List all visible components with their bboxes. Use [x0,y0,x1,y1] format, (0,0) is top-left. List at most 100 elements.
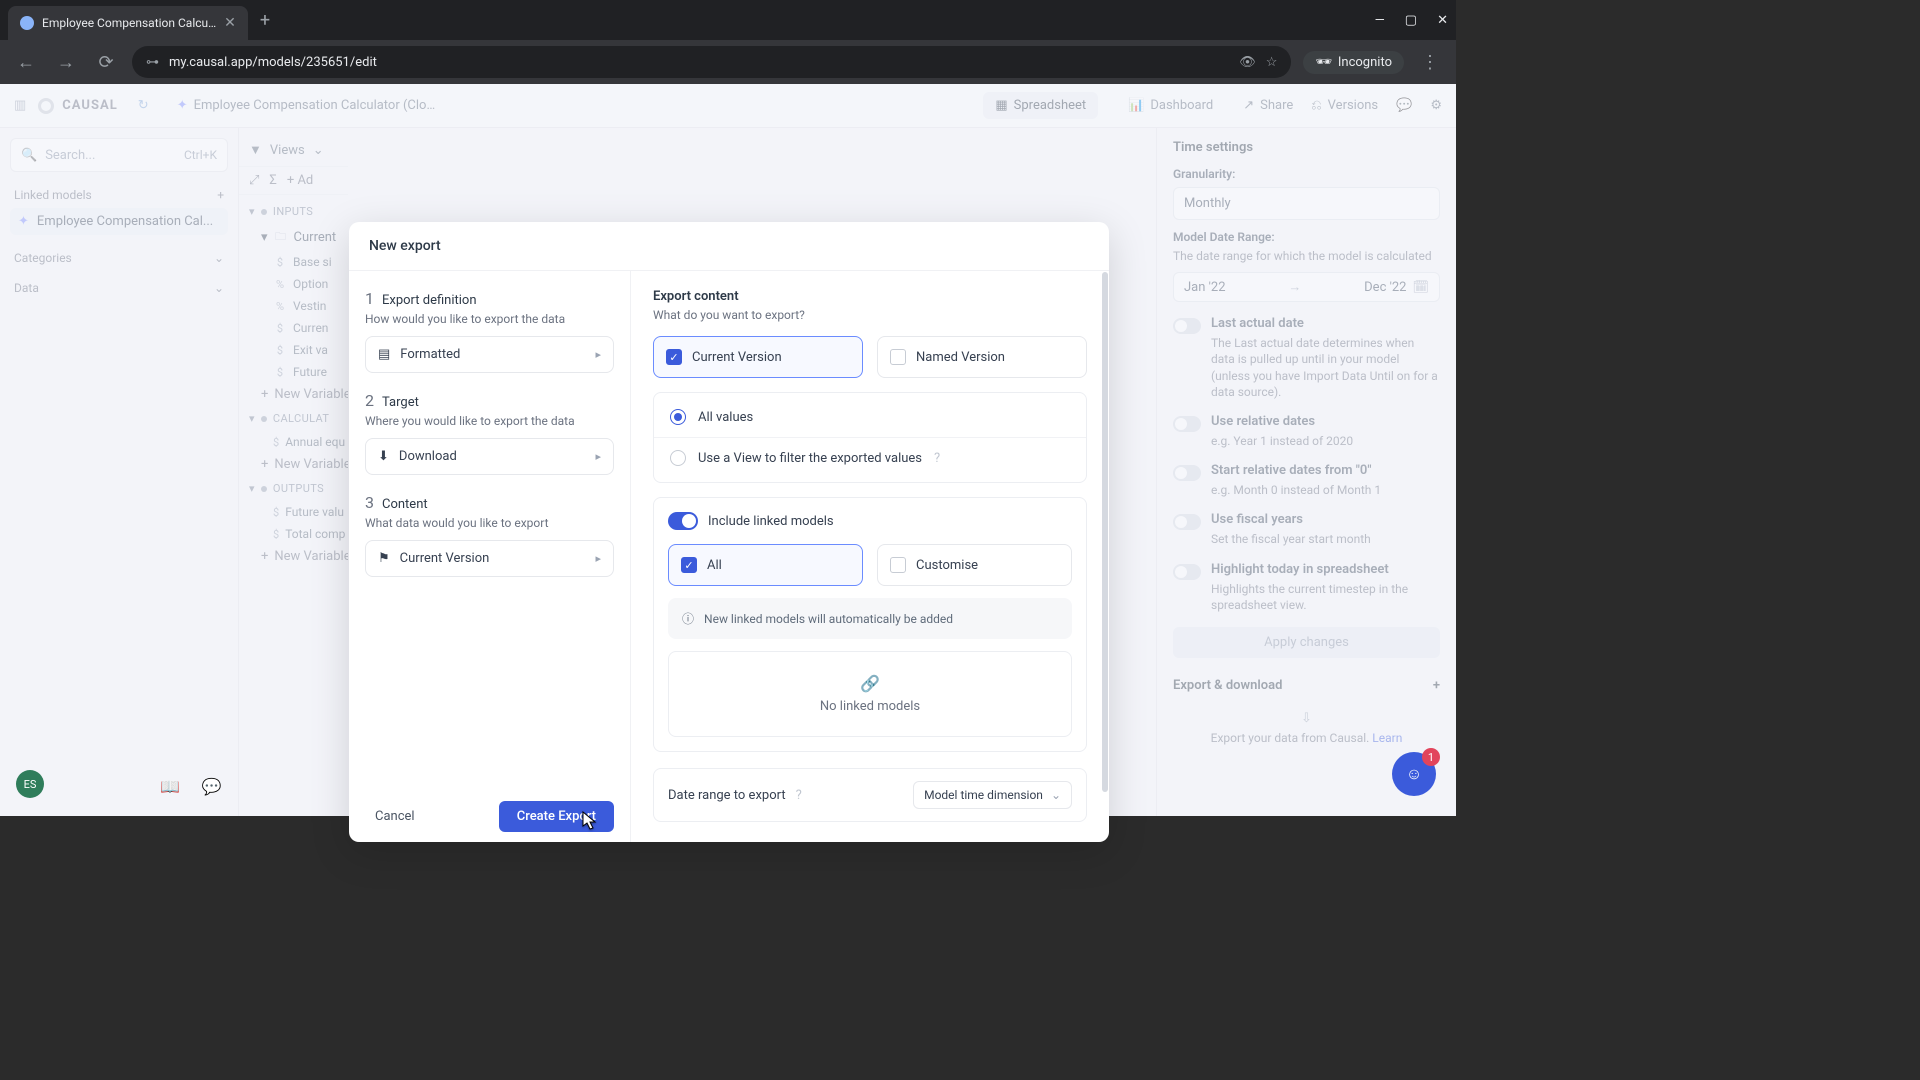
settings-icon[interactable]: ⚙ [1430,98,1442,113]
data-header[interactable]: Data ⌄ [14,281,224,295]
user-avatar[interactable]: ES [16,770,44,798]
close-window-icon[interactable]: ✕ [1437,13,1448,28]
comment-icon[interactable]: 💬 [1396,98,1412,113]
variable-item[interactable]: $Future [239,361,348,383]
help-icon[interactable]: ? [934,451,940,466]
url-input[interactable]: ⊶ my.causal.app/models/235651/edit 👁 ☆ [132,46,1291,78]
date-range-input[interactable]: Jan '22 → Dec '22 🗓 [1173,272,1440,302]
variable-item[interactable]: $Curren [239,317,348,339]
views-dropdown[interactable]: ▼ Views ⌄ [239,134,348,167]
option-current-version[interactable]: ✓ Current Version [653,336,863,378]
option-customise[interactable]: Customise [877,544,1072,586]
new-variable-button[interactable]: + New Variable [239,453,348,476]
outputs-section[interactable]: ▾ OUTPUTS [239,476,348,501]
new-variable-button[interactable]: + New Variable [239,545,348,568]
breadcrumb[interactable]: ✦ Employee Compensation Calculator (Clo… [177,98,435,113]
share-button[interactable]: ↗ Share [1243,98,1293,113]
book-icon[interactable]: 📖 [160,777,180,796]
learn-link[interactable]: Learn [1372,731,1402,745]
granularity-select[interactable]: Monthly [1173,187,1440,220]
search-input[interactable]: 🔍 Search... Ctrl+K [10,138,228,172]
toggle-switch-on[interactable] [668,512,698,530]
new-variable-button[interactable]: + New Variable [239,383,348,406]
add-icon[interactable]: + [1433,678,1440,693]
add-icon[interactable]: + [217,188,224,202]
calc-section[interactable]: ▾ CALCULAT [239,406,348,431]
toggle-highlight-today[interactable]: Highlight today in spreadsheetHighlights… [1173,562,1440,613]
calendar-icon: 🗓 [1412,280,1429,295]
option-all[interactable]: ✓ All [668,544,863,586]
chat-icon[interactable]: 💬 [202,777,222,796]
close-icon[interactable]: ✕ [224,15,236,31]
section-label: Data [14,281,39,295]
sigma-icon[interactable]: Σ [269,173,276,188]
expand-icon[interactable]: ⤢ [249,173,259,188]
versions-button[interactable]: ⎌ Versions [1311,98,1378,113]
scroll-thumb[interactable] [1102,272,1108,792]
radio-icon [670,450,686,466]
help-icon[interactable]: ? [796,788,802,803]
minimize-icon[interactable]: — [1375,13,1385,28]
variable-item[interactable]: $Base si [239,251,348,273]
variable-item[interactable]: $Future valu [239,501,348,523]
dashboard-icon: 📊 [1128,98,1144,113]
inputs-section[interactable]: ▾ INPUTS [239,199,348,224]
sidebar-toggle-icon[interactable]: ▥ [14,98,26,113]
chevron-down-icon: ⌄ [214,251,224,265]
toggle-switch[interactable] [1173,514,1201,530]
refresh-icon[interactable]: ↻ [138,98,149,113]
variable-item[interactable]: $Total comp [239,523,348,545]
toggle-last-actual[interactable]: Last actual dateThe Last actual date det… [1173,316,1440,400]
modal-scrollbar[interactable] [1099,270,1109,834]
reload-icon[interactable]: ⟳ [92,52,120,73]
tab-spreadsheet[interactable]: ▦ Spreadsheet [983,92,1098,119]
help-fab[interactable]: ☺ 1 [1392,752,1436,796]
tab-dashboard[interactable]: 📊 Dashboard [1116,92,1225,119]
variable-item[interactable]: %Vestin [239,295,348,317]
toggle-switch[interactable] [1173,564,1201,580]
toggle-switch[interactable] [1173,318,1201,334]
date-range-select[interactable]: Model time dimension ⌄ [913,781,1072,809]
site-info-icon[interactable]: ⊶ [146,55,159,70]
option-named-version[interactable]: Named Version [877,336,1087,378]
toggle-relative-zero[interactable]: Start relative dates from "0"e.g. Month … [1173,463,1440,498]
step3-value[interactable]: ⚑ Current Version ▸ [365,540,614,577]
linked-model-item[interactable]: ✦ Employee Compensation Cal... [10,208,228,235]
step2-value[interactable]: ⬇ Download ▸ [365,438,614,475]
export-desc: Export your data from Causal. [1211,731,1370,745]
eye-off-icon[interactable]: 👁 [1239,55,1256,70]
step-target[interactable]: 2Target Where you would like to export t… [365,391,614,475]
step-export-definition[interactable]: 1Export definition How would you like to… [365,289,614,373]
new-tab-button[interactable]: + [260,10,270,31]
cancel-button[interactable]: Cancel [365,801,425,832]
maximize-icon[interactable]: ▢ [1405,13,1417,28]
step1-value[interactable]: ▤ Formatted ▸ [365,336,614,373]
radio-use-view[interactable]: Use a View to filter the exported values… [654,437,1086,478]
modal-content-panel: Export content What do you want to expor… [631,271,1109,842]
radio-all-values[interactable]: All values [654,397,1086,437]
toggle-fiscal-years[interactable]: Use fiscal yearsSet the fiscal year star… [1173,512,1440,547]
categories-header[interactable]: Categories ⌄ [14,251,224,265]
toggle-relative-dates[interactable]: Use relative datese.g. Year 1 instead of… [1173,414,1440,449]
step-content[interactable]: 3Content What data would you like to exp… [365,493,614,577]
variable-item[interactable]: %Option [239,273,348,295]
back-icon[interactable]: ← [12,52,40,73]
spreadsheet-icon: ▦ [995,98,1007,113]
brand-logo[interactable]: CAUSAL [38,98,117,114]
apply-changes-button[interactable]: Apply changes [1173,627,1440,658]
incognito-label: Incognito [1338,55,1392,70]
toggle-switch[interactable] [1173,416,1201,432]
menu-icon[interactable]: ⋮ [1416,52,1444,73]
star-icon[interactable]: ☆ [1266,55,1278,70]
folder-current[interactable]: ▾ 🗀 Current [239,224,348,251]
tab-label: Spreadsheet [1014,98,1087,113]
variable-item[interactable]: $Exit va [239,339,348,361]
include-linked-toggle[interactable]: Include linked models [668,512,1072,530]
variable-tree: ▾ INPUTS ▾ 🗀 Current $Base si %Option %V… [239,195,348,572]
add-button[interactable]: + Ad [287,173,313,188]
toggle-switch[interactable] [1173,465,1201,481]
variable-item[interactable]: $Annual equ [239,431,348,453]
chevron-down-icon: ⌄ [1051,788,1061,802]
radio-icon [670,409,686,425]
browser-tab[interactable]: Employee Compensation Calcu… ✕ [8,6,248,40]
